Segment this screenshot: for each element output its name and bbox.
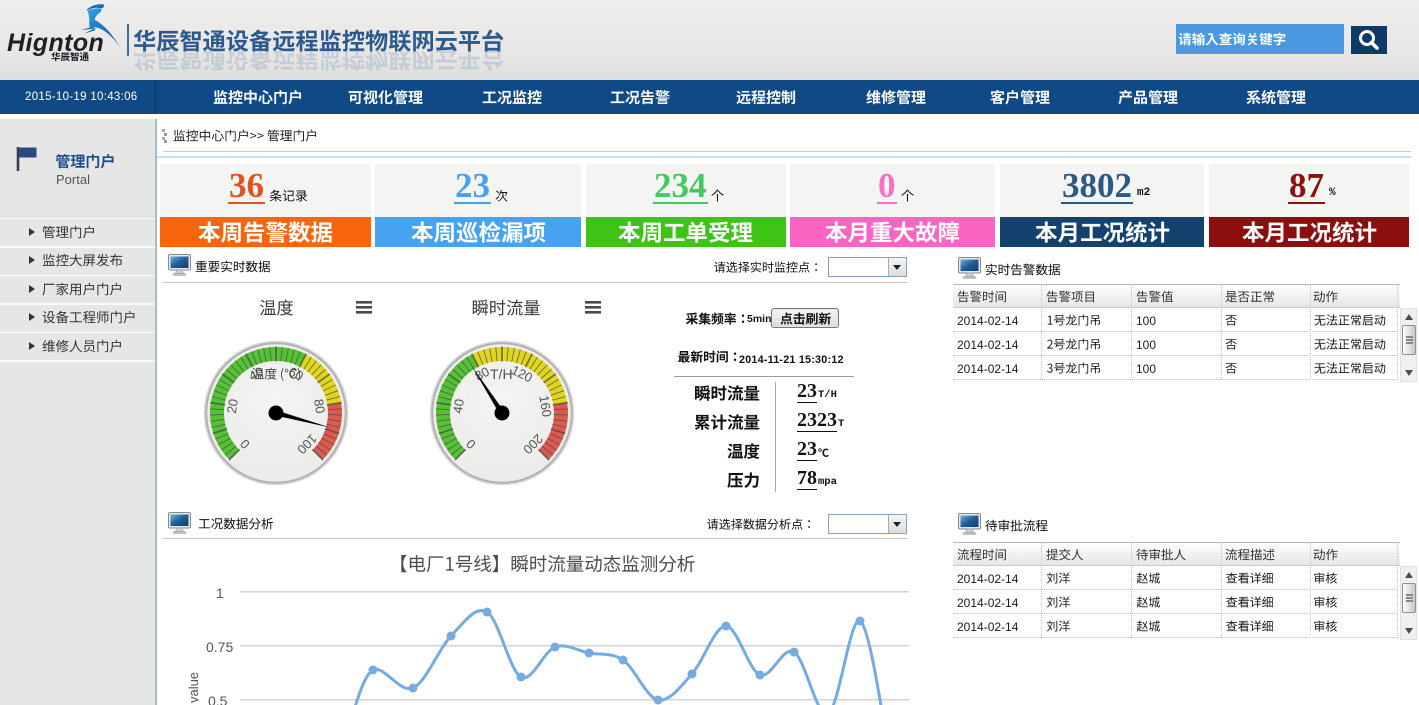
svg-text:20: 20 bbox=[224, 398, 241, 415]
svg-text:80: 80 bbox=[311, 398, 328, 415]
svg-text:40: 40 bbox=[450, 398, 467, 415]
